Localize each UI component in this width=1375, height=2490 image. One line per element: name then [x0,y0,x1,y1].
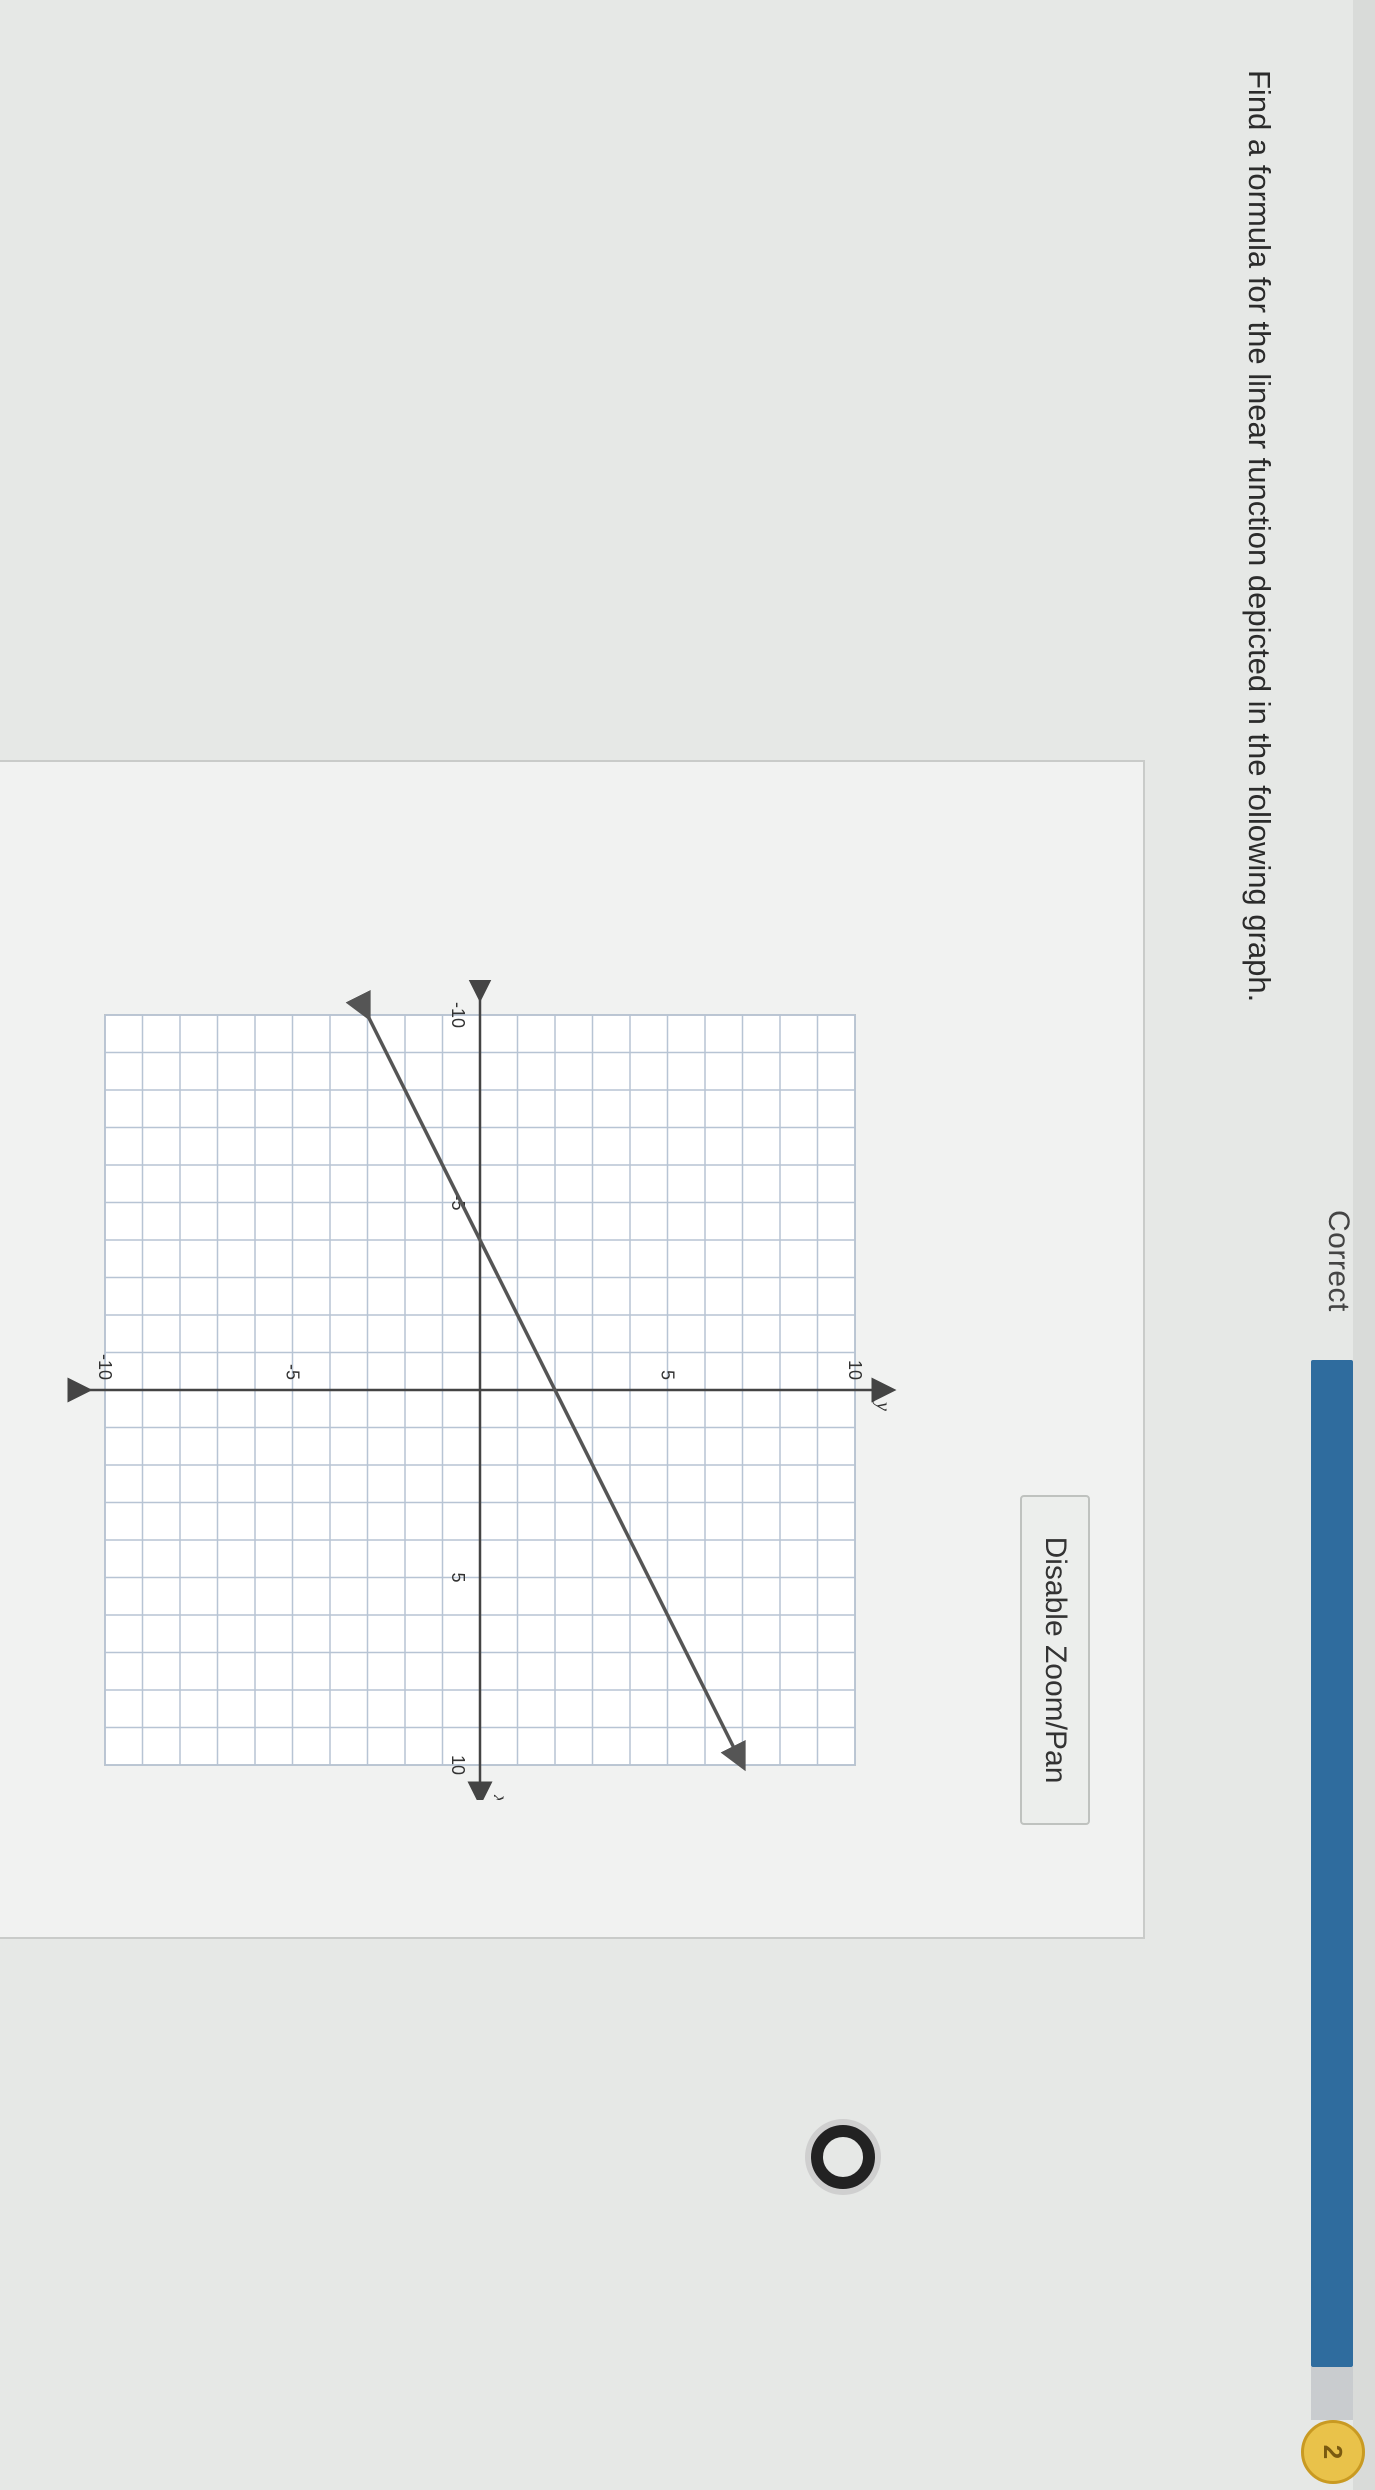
progress-bar [1311,1360,1353,2367]
x-axis-label: x [489,1794,511,1800]
y-tick-label: -5 [283,1364,303,1380]
status-label: Correct [1322,1210,1355,1312]
question-prompt: Find a formula for the linear function d… [1242,70,1277,1003]
y-tick-label: -10 [95,1354,115,1380]
linear-function-graph[interactable]: xy-10-5510-10 -5 5 10 [55,980,905,1800]
loading-spinner-icon [811,2125,875,2189]
y-tick-label: 10 [845,1360,865,1380]
x-tick-label: 10 [448,1755,468,1775]
progress-bar-track [1311,2367,1353,2420]
y-tick-label: 5 [658,1370,678,1380]
coin-icon: 2 [1301,2420,1365,2484]
screen: Correct 2 Find a formula for the linear … [0,0,1375,2490]
x-tick-label: 5 [448,1572,468,1582]
top-band [1353,0,1375,2490]
y-axis-label: y [872,1400,894,1411]
x-tick-label: -10 [448,1002,468,1028]
disable-zoom-pan-button[interactable]: Disable Zoom/Pan [1020,1495,1090,1825]
